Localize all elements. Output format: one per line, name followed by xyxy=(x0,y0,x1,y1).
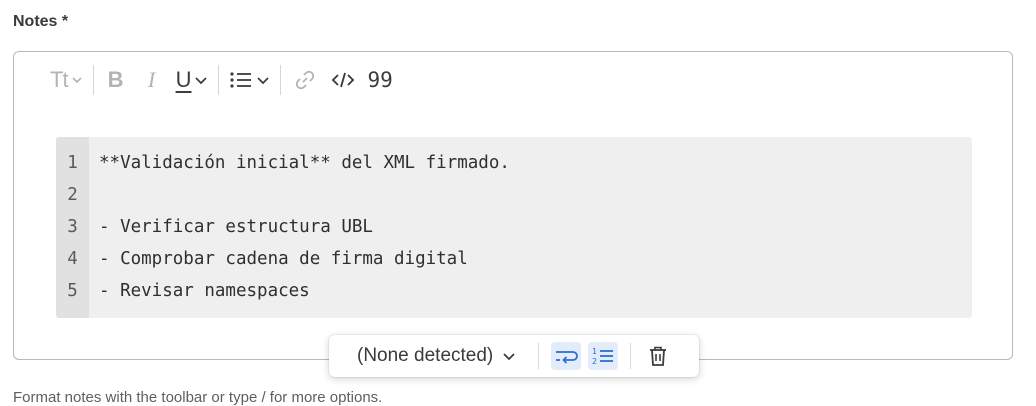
italic-button[interactable]: I xyxy=(140,66,164,94)
underline-icon: U xyxy=(175,67,192,92)
toolbar-divider xyxy=(280,65,282,95)
language-label: (None detected) xyxy=(357,345,494,366)
svg-text:1: 1 xyxy=(592,347,597,356)
svg-text:2: 2 xyxy=(592,357,597,366)
quote-icon: 99 xyxy=(367,68,393,92)
notes-field-label: Notes * xyxy=(13,13,69,30)
code-line-text: - Revisar namespaces xyxy=(99,281,310,301)
line-number: 2 xyxy=(67,185,78,205)
italic-icon: I xyxy=(147,67,156,92)
chevron-down-icon xyxy=(503,353,515,361)
code-button[interactable] xyxy=(329,66,357,94)
toolbar-divider xyxy=(92,65,94,95)
code-line-text: - Verificar estructura UBL xyxy=(99,217,373,237)
line-number: 1 xyxy=(67,153,78,173)
list-dropdown[interactable] xyxy=(229,66,270,94)
bullet-list-icon xyxy=(230,72,252,88)
code-line-text: **Validación inicial** del XML firmado. xyxy=(99,153,510,173)
underline-dropdown[interactable]: U xyxy=(176,66,209,94)
delete-code-block-button[interactable] xyxy=(643,342,673,370)
line-numbers-icon: 1 2 xyxy=(592,347,614,366)
code-line-text: - Comprobar cadena de firma digital xyxy=(99,249,468,269)
editor-toolbar: Tt B I U 99 xyxy=(50,65,393,95)
text-style-dropdown[interactable]: Tt xyxy=(50,66,83,94)
toolbar-divider xyxy=(218,65,220,95)
helper-text: Format notes with the toolbar or type / … xyxy=(13,389,383,406)
trash-icon xyxy=(650,346,667,366)
link-icon xyxy=(296,70,315,90)
quote-button[interactable]: 99 xyxy=(367,66,392,94)
code-block[interactable]: 1 **Validación inicial** del XML firmado… xyxy=(56,137,972,318)
code-line: 2 xyxy=(56,179,972,211)
language-select[interactable]: (None detected) xyxy=(357,345,516,367)
chevron-down-icon xyxy=(195,77,208,85)
toolbar-divider xyxy=(630,343,632,369)
toolbar-divider xyxy=(538,343,540,369)
bold-button[interactable]: B xyxy=(104,66,128,94)
code-icon xyxy=(332,72,355,88)
wrap-text-icon xyxy=(556,351,579,364)
line-number: 5 xyxy=(67,281,78,301)
link-button[interactable] xyxy=(291,66,319,94)
code-line: 5 - Revisar namespaces xyxy=(56,275,972,307)
code-line: 3 - Verificar estructura UBL xyxy=(56,211,972,243)
line-number: 4 xyxy=(67,249,78,269)
text-style-label: Tt xyxy=(50,67,69,92)
wrap-lines-toggle[interactable] xyxy=(551,342,582,370)
chevron-down-icon xyxy=(257,77,270,85)
code-line: 1 **Validación inicial** del XML firmado… xyxy=(56,147,972,179)
chevron-down-icon xyxy=(71,77,82,84)
bold-icon: B xyxy=(107,67,124,92)
line-numbers-toggle[interactable]: 1 2 xyxy=(588,342,619,370)
code-line: 4 - Comprobar cadena de firma digital xyxy=(56,243,972,275)
code-block-toolbar: (None detected) 1 2 xyxy=(329,335,699,377)
notes-editor[interactable]: Tt B I U 99 1 **Validación inicial** del… xyxy=(13,51,1013,360)
line-number: 3 xyxy=(67,217,78,237)
